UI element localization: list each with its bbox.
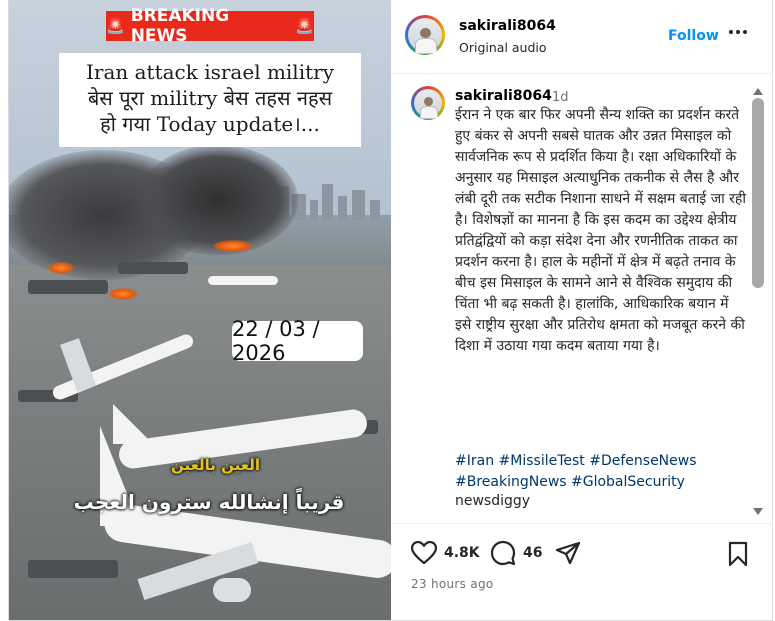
header-avatar[interactable] <box>405 15 445 55</box>
bookmark-icon[interactable] <box>727 541 749 571</box>
hashtag[interactable]: #DefenseNews <box>589 453 696 469</box>
comment-count[interactable]: 46 <box>523 545 542 561</box>
hashtag[interactable]: #GlobalSecurity <box>571 474 685 490</box>
scrollbar-thumb[interactable] <box>752 98 764 288</box>
post-time[interactable]: 1d <box>552 90 569 105</box>
header-username[interactable]: sakirali8064 <box>459 18 556 34</box>
hashtag-list: #Iran #MissileTest #DefenseNews #Breakin… <box>455 451 747 493</box>
caption-scrollbar[interactable] <box>751 86 765 518</box>
more-options-icon[interactable] <box>728 22 748 47</box>
comment-icon[interactable] <box>490 540 516 570</box>
scroll-up-arrow-icon[interactable] <box>753 88 763 95</box>
caption-text: ईरान ने एक बार फिर अपनी सैन्य शक्ति का प… <box>455 107 746 354</box>
credit-text: newsdiggy <box>455 493 531 509</box>
caption-avatar[interactable] <box>411 86 445 120</box>
heart-icon[interactable] <box>410 540 438 569</box>
hashtag[interactable]: #MissileTest <box>499 453 585 469</box>
hashtag[interactable]: #Iran <box>455 453 494 469</box>
share-icon[interactable] <box>555 541 581 569</box>
follow-button[interactable]: Follow <box>668 28 719 44</box>
divider <box>391 523 773 524</box>
scroll-down-arrow-icon[interactable] <box>753 508 763 515</box>
time-ago[interactable]: 23 hours ago <box>411 577 494 591</box>
like-count[interactable]: 4.8K <box>444 545 480 561</box>
caption-username[interactable]: sakirali8064 <box>455 88 552 104</box>
audio-label[interactable]: Original audio <box>459 40 547 55</box>
hashtag[interactable]: #BreakingNews <box>455 474 567 490</box>
